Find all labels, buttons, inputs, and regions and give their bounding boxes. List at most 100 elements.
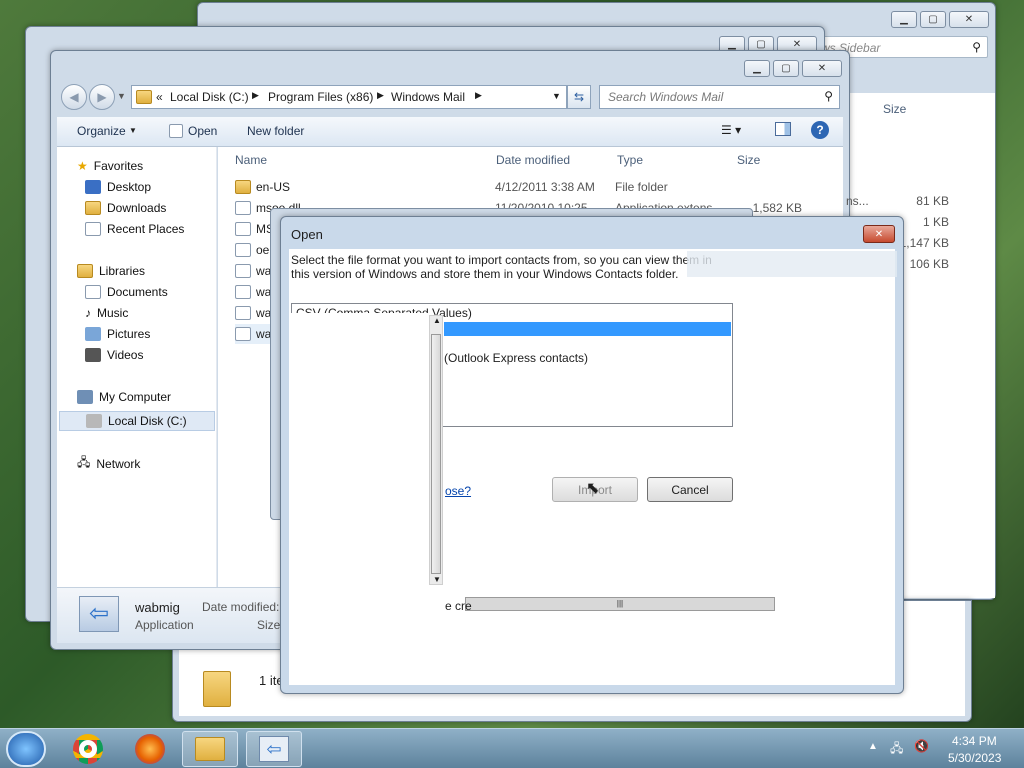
videos-icon (85, 348, 101, 362)
network-tray-icon[interactable]: 🖧 (890, 739, 903, 760)
nav-documents[interactable]: Documents (107, 285, 168, 299)
minimize-button[interactable]: ▁ (744, 60, 770, 77)
details-file-kind: Application (135, 618, 194, 632)
mouse-cursor-icon: ⬉ (586, 480, 600, 497)
list-scrollbar[interactable]: ▲ ▼ (429, 315, 443, 585)
clock-date[interactable]: 5/30/2023 (948, 751, 1001, 765)
chrome-icon (73, 734, 103, 764)
folder-icon (195, 737, 225, 761)
nav-libraries[interactable]: Libraries (99, 264, 145, 278)
desktop-icon (85, 180, 101, 194)
maximize-button[interactable]: ▢ (920, 11, 946, 28)
file-type: File folder (615, 180, 668, 194)
nav-recent-places[interactable]: Recent Places (107, 222, 184, 236)
open-dialog: Open ✕ Select the file format you want t… (280, 216, 904, 694)
close-button[interactable]: ✕ (949, 11, 989, 28)
file-icon (235, 222, 251, 236)
network-icon: 🖧 (77, 455, 91, 469)
refresh-button[interactable]: ⇆ (567, 85, 591, 109)
dialog-title: Open (291, 227, 323, 242)
bg-file-size: 1,147 KB (899, 236, 949, 250)
file-icon (235, 306, 251, 320)
breadcrumb-program-files[interactable]: Program Files (x86) (268, 90, 373, 104)
format-option-outlook-express[interactable]: (Outlook Express contacts) (444, 351, 588, 365)
details-size-label: Size (257, 618, 281, 632)
breadcrumb-separator-icon: ▶ (252, 90, 259, 100)
forward-button[interactable]: ▶ (89, 84, 115, 110)
bg-file-size: 106 KB (909, 257, 949, 271)
start-button[interactable] (6, 731, 46, 767)
open-button[interactable]: Open (188, 124, 217, 138)
drive-icon (86, 414, 102, 428)
wabmig-taskbar-button[interactable]: ⇦ (246, 731, 302, 767)
minimize-button[interactable]: ▁ (891, 11, 917, 28)
application-icon: ⇦ (79, 596, 119, 632)
show-hidden-icons-icon[interactable]: ▲ (868, 741, 878, 752)
nav-downloads[interactable]: Downloads (107, 201, 166, 215)
firefox-taskbar-button[interactable] (122, 731, 178, 767)
file-name: en-US (256, 180, 291, 194)
search-icon[interactable]: ⚲ (824, 89, 833, 103)
column-header-size[interactable]: Size (737, 153, 760, 167)
search-input[interactable]: Search Windows Mail (608, 90, 723, 104)
close-button[interactable]: ✕ (802, 60, 842, 77)
music-icon: ♪ (85, 306, 91, 320)
dropdown-icon: ▼ (129, 126, 137, 135)
back-button[interactable]: ◀ (61, 84, 87, 110)
file-icon (235, 201, 251, 215)
file-icon (235, 264, 251, 278)
address-dropdown-icon[interactable]: ▼ (552, 91, 561, 101)
organize-button[interactable]: Organize (77, 124, 126, 138)
firefox-icon (135, 734, 165, 764)
breadcrumb-windows-mail[interactable]: Windows Mail (391, 90, 465, 104)
column-header-name[interactable]: Name (235, 153, 267, 167)
format-option-selected[interactable] (444, 322, 731, 336)
new-folder-button[interactable]: New folder (247, 124, 304, 138)
address-bar[interactable]: « Local Disk (C:) ▶ Program Files (x86) … (131, 85, 567, 109)
preview-pane-icon[interactable] (775, 122, 791, 136)
views-icon[interactable]: ☰ ▾ (721, 123, 741, 137)
help-icon[interactable]: ? (811, 121, 829, 139)
file-icon (235, 327, 251, 341)
volume-muted-icon[interactable]: 🔇 (914, 739, 929, 753)
breadcrumb-separator-icon: ▶ (377, 90, 384, 100)
dialog-close-button[interactable]: ✕ (863, 225, 895, 243)
horizontal-scrollbar[interactable]: ||| (465, 597, 775, 611)
navigation-pane: ★ Favorites Desktop Downloads Recent Plac… (57, 147, 217, 587)
cancel-button[interactable]: Cancel (647, 477, 733, 502)
nav-local-disk[interactable]: Local Disk (C:) (108, 414, 187, 428)
libraries-icon (77, 264, 93, 278)
taskbar: ⇦ ▲ 🖧 🔇 4:34 PM 5/30/2023 (0, 728, 1024, 768)
bg-file-type: ns... (846, 194, 869, 208)
breadcrumb-separator-icon: ▶ (475, 90, 482, 100)
clock-time[interactable]: 4:34 PM (952, 734, 997, 748)
application-icon: ⇦ (259, 736, 289, 762)
nav-pictures[interactable]: Pictures (107, 327, 150, 341)
nav-favorites[interactable]: Favorites (94, 159, 143, 173)
nav-videos[interactable]: Videos (107, 348, 143, 362)
recent-places-icon (85, 222, 101, 236)
favorites-star-icon: ★ (77, 159, 88, 173)
dialog-instruction: Select the file format you want to impor… (291, 253, 721, 279)
breadcrumb-prefix: « (156, 90, 163, 104)
nav-my-computer[interactable]: My Computer (99, 390, 171, 404)
open-icon (169, 124, 183, 138)
folder-icon (235, 180, 251, 194)
nav-network[interactable]: Network (96, 457, 140, 471)
folder-icon (203, 671, 231, 707)
file-row[interactable]: en-US 4/12/2011 3:38 AM File folder (235, 177, 805, 197)
explorer-taskbar-button[interactable] (182, 731, 238, 767)
column-header-type[interactable]: Type (617, 153, 643, 167)
maximize-button[interactable]: ▢ (773, 60, 799, 77)
chrome-taskbar-button[interactable] (60, 731, 116, 767)
help-link[interactable]: ose? (445, 484, 471, 498)
column-header-date[interactable]: Date modified (496, 153, 570, 167)
file-size: 1,582 KB (752, 201, 802, 215)
file-icon (235, 285, 251, 299)
nav-music[interactable]: Music (97, 306, 128, 320)
breadcrumb-local-disk[interactable]: Local Disk (C:) (170, 90, 249, 104)
bg-file-size: 1 KB (922, 215, 949, 229)
file-icon (235, 243, 251, 257)
nav-desktop[interactable]: Desktop (107, 180, 151, 194)
recent-pages-icon[interactable]: ▼ (117, 91, 126, 101)
